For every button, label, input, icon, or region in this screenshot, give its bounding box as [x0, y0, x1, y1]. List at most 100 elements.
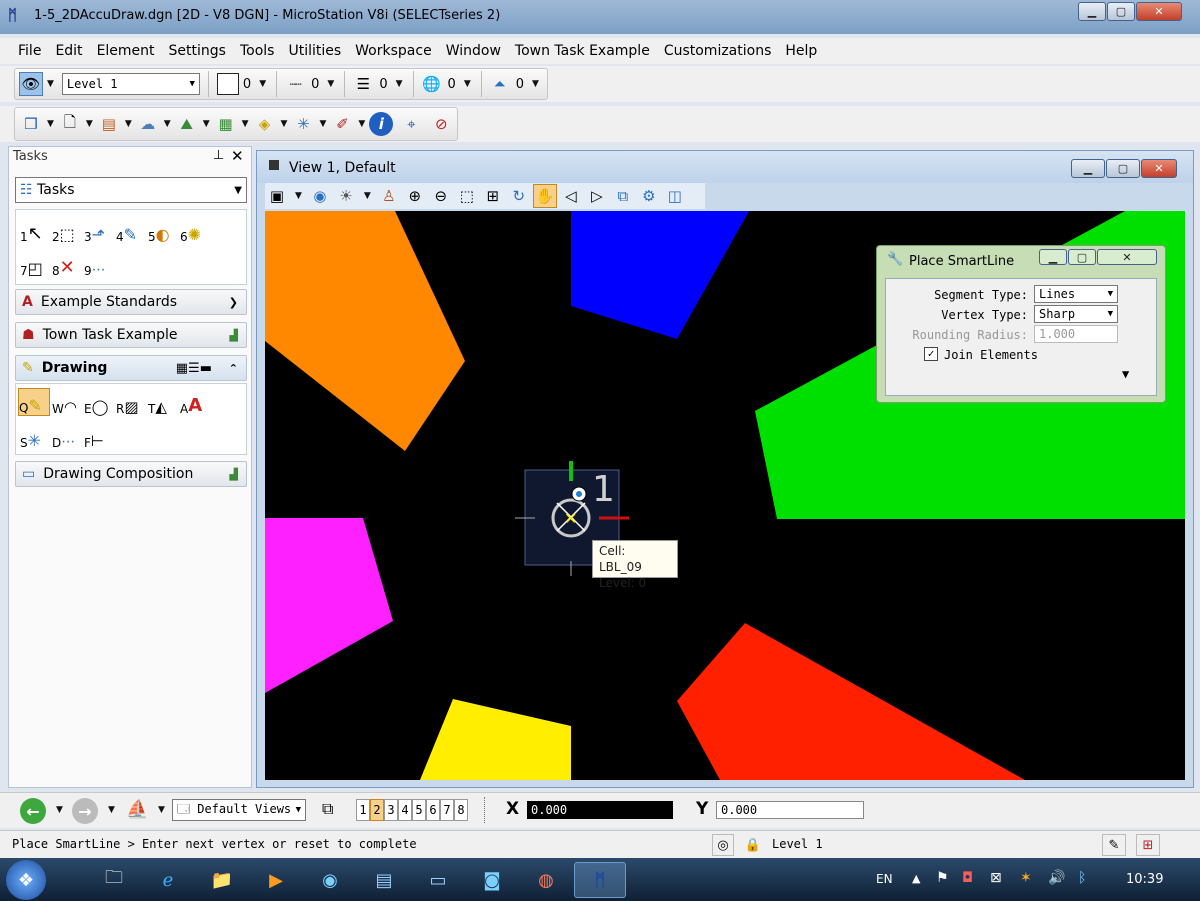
view-next-icon[interactable]: ▷	[585, 184, 609, 208]
view-3-button[interactable]: 3	[384, 799, 398, 821]
chevron-down-icon[interactable]: ▼	[358, 119, 365, 129]
chevron-down-icon[interactable]: ▼	[47, 119, 54, 129]
folder-taskbar-icon[interactable]: 📁	[196, 862, 248, 898]
section-drawing[interactable]: ✎ Drawing ▦☰▬ ⌃	[15, 355, 247, 381]
raster-icon[interactable]: ⛰	[175, 112, 199, 136]
dimension-tool[interactable]: D ⋯	[52, 422, 84, 450]
browser-taskbar-icon[interactable]: ◉	[304, 862, 356, 898]
delete-part-tool[interactable]: 6 ✺	[180, 216, 212, 244]
place-point-tool[interactable]: S ✳	[20, 422, 52, 450]
pin-icon[interactable]: ⊥	[213, 148, 224, 163]
copy-view-icon[interactable]: ⧉	[611, 184, 635, 208]
view-4-button[interactable]: 4	[398, 799, 412, 821]
cube-icon[interactable]: ❒	[19, 112, 43, 136]
red-segment[interactable]	[677, 623, 1025, 780]
dialog-close-button[interactable]: ✕	[1097, 249, 1157, 265]
view-maximize-button[interactable]: ▢	[1106, 159, 1140, 178]
document-icon[interactable]: 🗋	[58, 112, 82, 136]
presentation-taskbar-icon[interactable]: ▭	[412, 862, 464, 898]
forward-arrow-icon[interactable]: →	[72, 798, 98, 824]
view-attributes-icon[interactable]: ▣	[265, 184, 289, 208]
language-indicator[interactable]: EN	[876, 872, 893, 886]
view-groups-icon[interactable]: ⧉	[322, 799, 333, 819]
chevron-down-icon[interactable]: ▼	[86, 119, 93, 129]
media-player-icon[interactable]: ▶	[250, 862, 302, 898]
level-combo[interactable]: Level 1 ▼	[61, 73, 200, 95]
internet-explorer-icon[interactable]: ℯ	[142, 862, 194, 898]
view-rotation-icon[interactable]: ⛵	[126, 799, 148, 820]
patterns-tool[interactable]: R ▨	[116, 388, 148, 416]
tray-expand-icon[interactable]: ▲	[912, 872, 920, 885]
chevron-down-icon[interactable]: ▼	[532, 79, 539, 89]
color-swatch-icon[interactable]	[216, 73, 239, 95]
expand-arrow-icon[interactable]: ▼	[1122, 367, 1129, 381]
chevron-down-icon[interactable]: ▼	[164, 119, 171, 129]
blue-segment[interactable]	[571, 211, 749, 339]
lock-icon[interactable]: 🔒	[742, 834, 764, 856]
display-style-icon[interactable]: ◉	[308, 184, 332, 208]
priority-icon[interactable]: ⏶	[488, 72, 512, 96]
snap-icon[interactable]: ✳	[291, 112, 315, 136]
grid-view-icon[interactable]: ▦☰▬	[176, 361, 212, 376]
view-5-button[interactable]: 5	[412, 799, 426, 821]
zoom-in-icon[interactable]: ⊕	[403, 184, 427, 208]
accudraw-icon[interactable]: ⌖	[399, 112, 423, 136]
clip-volume-icon[interactable]: ◫	[663, 184, 687, 208]
update-view-icon[interactable]: ♙	[377, 184, 401, 208]
recorder-taskbar-icon[interactable]: ◍	[520, 862, 572, 898]
menu-customizations[interactable]: Customizations	[664, 43, 772, 59]
close-icon[interactable]: ✕	[231, 147, 244, 165]
chevron-down-icon[interactable]: ▼	[464, 79, 471, 89]
microstation-taskbar-icon[interactable]: ᛗ	[574, 862, 626, 898]
globe-icon[interactable]: 🌐	[420, 72, 444, 96]
references-icon[interactable]: ☁	[136, 112, 160, 136]
chevron-down-icon[interactable]: ▼	[56, 805, 63, 815]
level-manager-icon[interactable]: ▦	[214, 112, 238, 136]
view-6-button[interactable]: 6	[426, 799, 440, 821]
segment-type-select[interactable]: Lines ▼	[1034, 285, 1118, 303]
menu-workspace[interactable]: Workspace	[355, 43, 432, 59]
flag-icon[interactable]: ⚑	[936, 870, 949, 886]
chevron-down-icon[interactable]: ▼	[242, 119, 249, 129]
close-button[interactable]: ✕	[1136, 2, 1182, 21]
models-icon[interactable]: ▤	[97, 112, 121, 136]
bluetooth-icon[interactable]: ᛒ	[1078, 870, 1086, 886]
menu-window[interactable]: Window	[446, 43, 501, 59]
chevron-down-icon[interactable]: ▼	[295, 191, 302, 201]
design-file-icon[interactable]: ✎	[1102, 834, 1126, 856]
chevron-down-icon[interactable]: ▼	[203, 119, 210, 129]
menu-utilities[interactable]: Utilities	[288, 43, 341, 59]
manipulate-tool[interactable]: 3 ⬏	[84, 216, 116, 244]
move-tool[interactable]: 7 ◰	[20, 250, 52, 278]
delete-tool[interactable]: 8 ✕	[52, 250, 84, 278]
layers-icon[interactable]: ◈	[253, 112, 277, 136]
tools-icon[interactable]: ✐	[330, 112, 354, 136]
app-taskbar-icon[interactable]: ◙	[466, 862, 518, 898]
x-coordinate-field[interactable]: 0.000	[527, 801, 673, 819]
maximize-button[interactable]: ▢	[1107, 2, 1135, 21]
magenta-segment[interactable]	[265, 518, 393, 693]
section-drawing-composition[interactable]: ▭ Drawing Composition ▟	[15, 461, 247, 487]
chevron-down-icon[interactable]: ▼	[108, 805, 115, 815]
minimize-button[interactable]: ▁	[1078, 2, 1106, 21]
text-tool[interactable]: AA	[180, 388, 212, 416]
start-button[interactable]: ❖	[6, 860, 46, 900]
chevron-down-icon[interactable]: ▼	[158, 805, 165, 815]
menu-town-task-example[interactable]: Town Task Example	[515, 43, 650, 59]
menu-file[interactable]: File	[18, 43, 41, 59]
measure-tool[interactable]: 9 ⋯	[84, 250, 116, 278]
view-close-button[interactable]: ✕	[1141, 159, 1177, 178]
chevron-down-icon[interactable]: ▼	[259, 79, 266, 89]
chevron-down-icon[interactable]: ▼	[281, 119, 288, 129]
messages-icon[interactable]: ⊞	[1136, 834, 1160, 856]
menu-help[interactable]: Help	[785, 43, 817, 59]
line-weight-icon[interactable]: ☰	[351, 72, 375, 96]
view-previous-icon[interactable]: ◁	[559, 184, 583, 208]
chevron-down-icon[interactable]: ▼	[396, 79, 403, 89]
yellow-segment[interactable]	[420, 699, 571, 780]
view-8-button[interactable]: 8	[454, 799, 468, 821]
chevron-up-icon[interactable]: ⌃	[229, 362, 238, 375]
fit-view-icon[interactable]: ⊞	[481, 184, 505, 208]
element-selection-tool[interactable]: 1 ↖	[20, 216, 52, 244]
notes-taskbar-icon[interactable]: ▤	[358, 862, 410, 898]
